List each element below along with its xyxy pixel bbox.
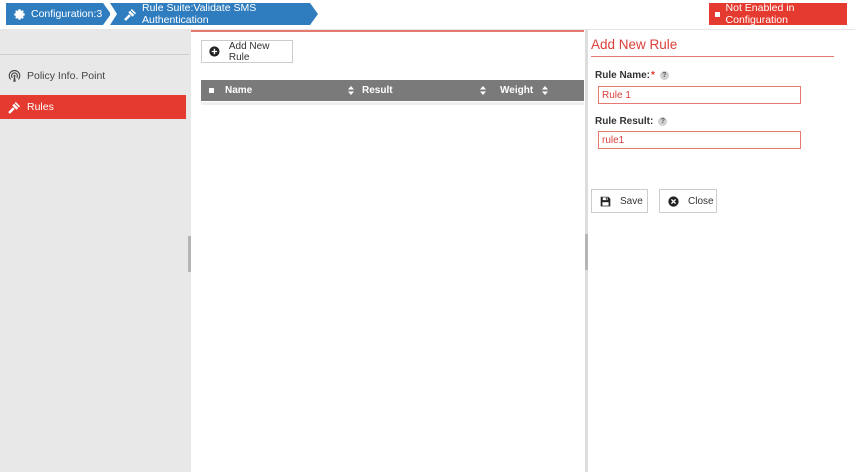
- rule-name-label: Rule Name: * ?: [595, 70, 669, 81]
- sidebar-item-rules[interactable]: Rules: [0, 95, 186, 119]
- breadcrumb-rule-suite[interactable]: Rule Suite:Validate SMS Authentication: [110, 2, 318, 26]
- breadcrumb-configuration[interactable]: Configuration:3: [6, 3, 111, 25]
- form-title-divider: [591, 56, 834, 57]
- plus-circle-icon: [209, 46, 220, 57]
- rule-result-input[interactable]: [598, 131, 801, 149]
- column-header-name[interactable]: Name: [225, 80, 252, 101]
- column-header-label: Weight: [500, 85, 534, 96]
- add-new-rule-label: Add New Rule: [228, 40, 270, 63]
- top-bar: Configuration:3 Rule Suite:Validate SMS …: [0, 0, 855, 30]
- floppy-disk-icon: [600, 196, 611, 206]
- sidebar-item-label: Policy Info. Point: [27, 70, 106, 82]
- sidebar: Policy Info. Point Rules: [0, 30, 191, 472]
- form-title: Add New Rule: [591, 37, 678, 52]
- rule-name-label-text: Rule Name:: [595, 70, 651, 81]
- required-asterisk: *: [651, 70, 655, 81]
- rules-list-panel: Add New Rule Name Result Weight: [191, 30, 584, 472]
- gavel-icon: [7, 100, 21, 114]
- rules-table-header: Name Result Weight: [201, 80, 584, 101]
- breadcrumb-label: Configuration:3: [31, 8, 103, 20]
- close-button[interactable]: Close: [659, 189, 717, 213]
- sidebar-item-label: Rules: [27, 101, 54, 113]
- save-label: Save: [620, 195, 643, 207]
- gavel-icon: [124, 7, 137, 21]
- add-rule-form: Add New Rule Rule Name: * ? Rule Result:…: [588, 30, 855, 472]
- sort-icon[interactable]: [542, 86, 548, 95]
- save-button[interactable]: Save: [591, 189, 648, 213]
- status-square-icon: [715, 11, 720, 17]
- sort-icon[interactable]: [480, 86, 486, 95]
- column-header-label: Name: [225, 85, 253, 96]
- close-label: Close: [688, 195, 714, 207]
- column-header-result[interactable]: Result: [362, 80, 393, 101]
- column-header-weight[interactable]: Weight: [500, 80, 533, 101]
- add-new-rule-button[interactable]: Add New Rule: [201, 40, 293, 63]
- rule-result-label-text: Rule Result:: [595, 116, 654, 127]
- sidebar-divider: [0, 54, 189, 55]
- gear-icon: [12, 7, 26, 21]
- sidebar-item-policy-info-point[interactable]: Policy Info. Point: [0, 64, 186, 88]
- breadcrumb-label: Rule Suite:Validate SMS Authentication: [142, 2, 257, 26]
- close-circle-icon: [668, 195, 679, 207]
- status-badge[interactable]: Not Enabled in Configuration: [709, 2, 847, 26]
- select-all-checkbox[interactable]: [209, 80, 214, 101]
- column-header-label: Result: [362, 85, 393, 96]
- help-icon[interactable]: ?: [658, 117, 668, 126]
- rule-result-label: Rule Result: ?: [595, 116, 668, 127]
- rules-table-body: [201, 102, 584, 105]
- status-label: Not Enabled in Configuration: [725, 2, 795, 26]
- sort-icon[interactable]: [348, 86, 354, 95]
- broadcast-icon: [7, 69, 21, 83]
- rule-name-input[interactable]: [598, 86, 801, 104]
- help-icon[interactable]: ?: [659, 71, 669, 80]
